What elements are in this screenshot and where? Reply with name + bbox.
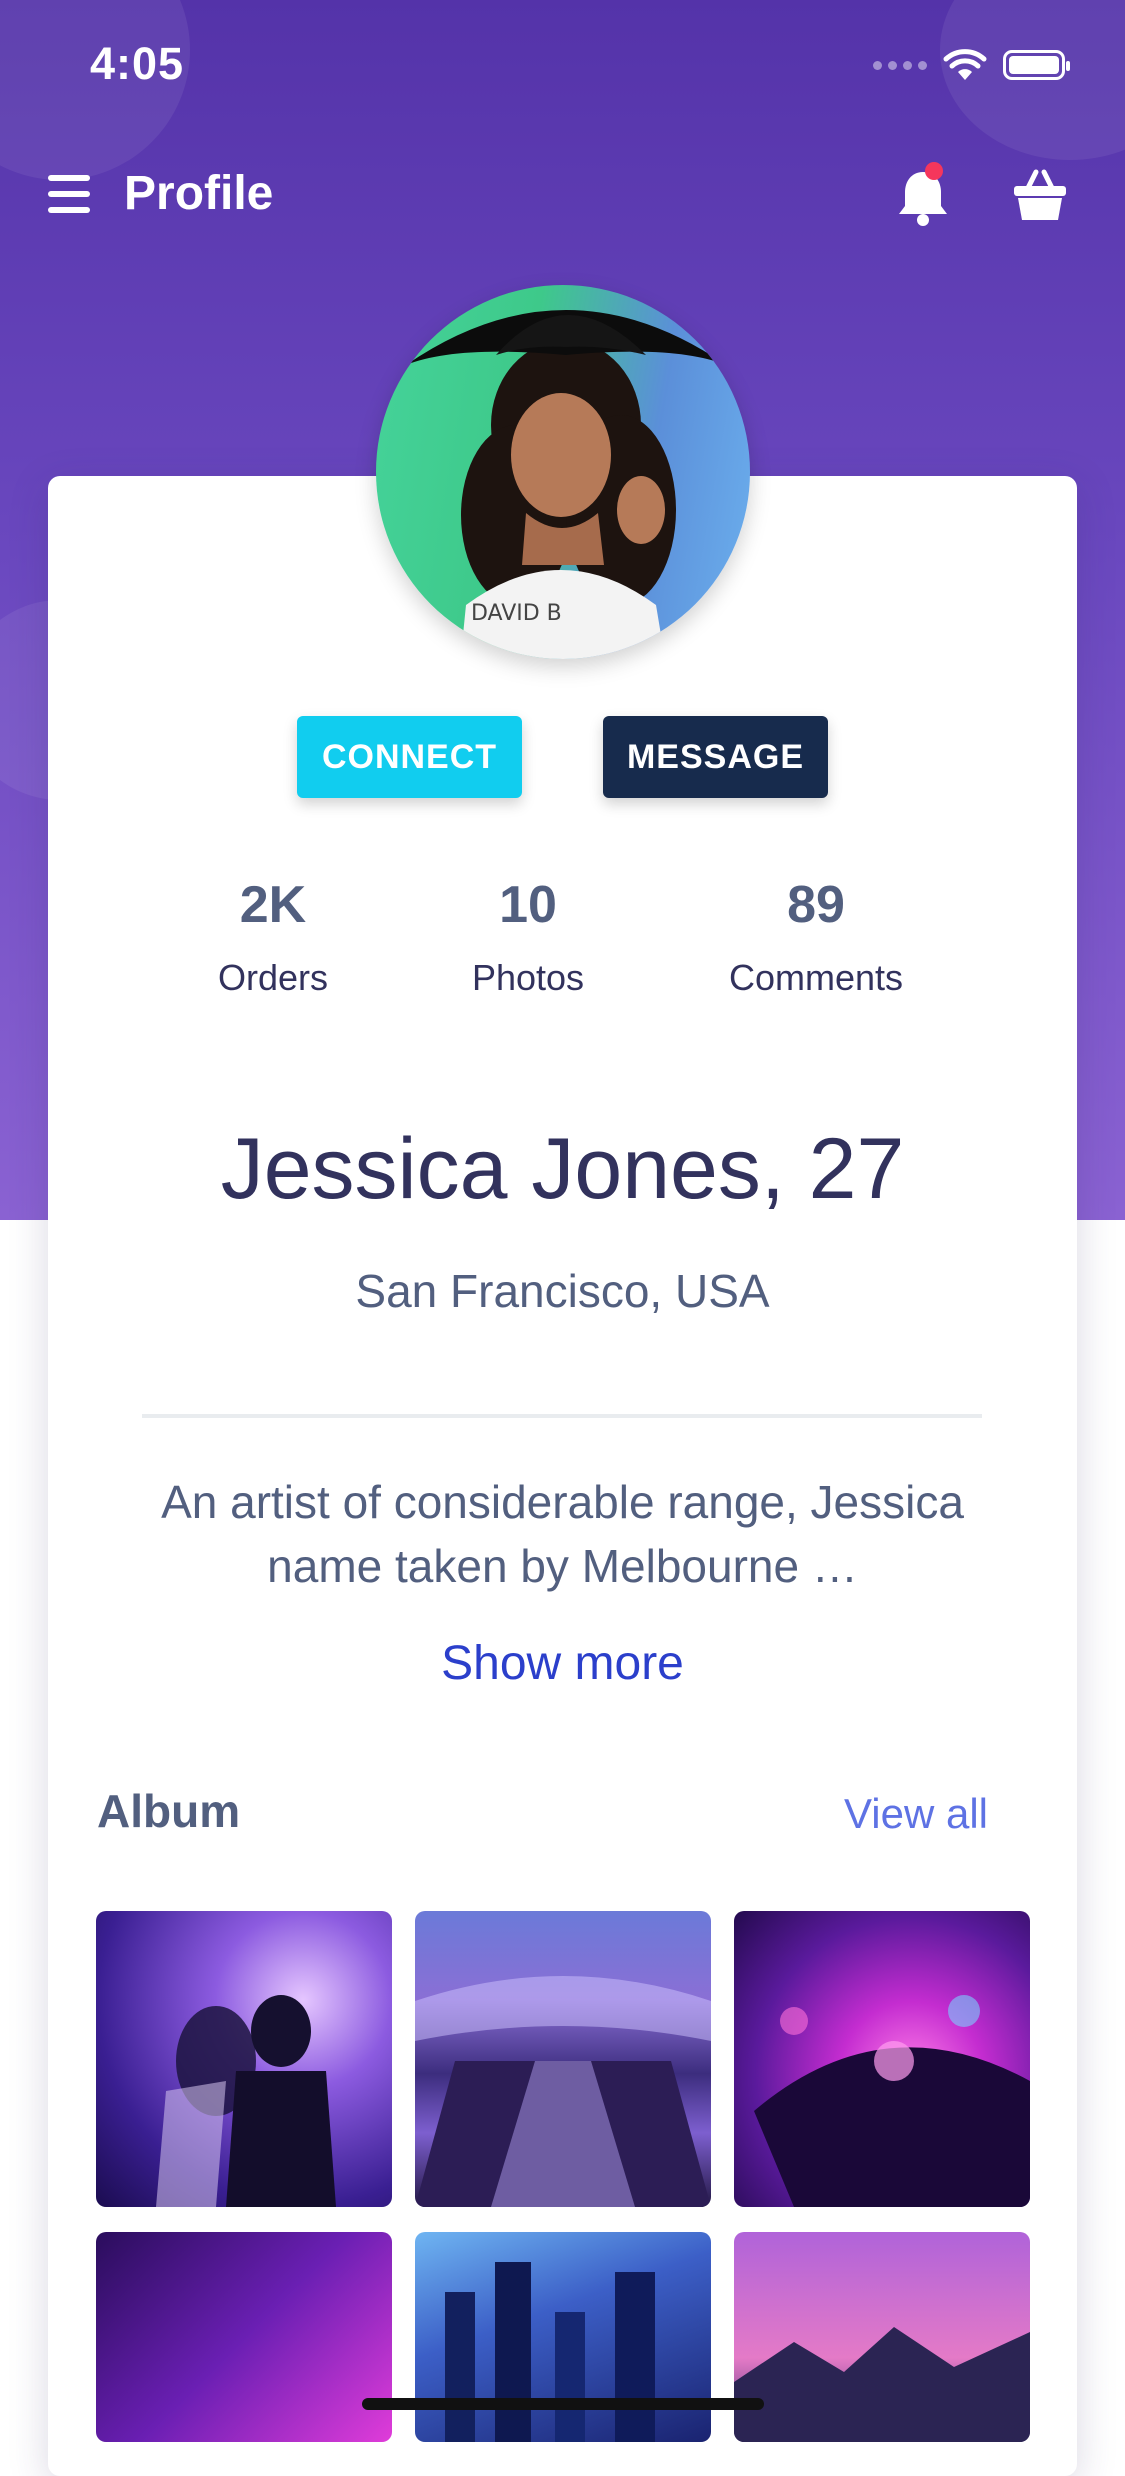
wifi-icon <box>943 49 987 80</box>
stat-label: Orders <box>217 957 329 998</box>
view-all-link[interactable]: View all <box>844 1790 988 1838</box>
svg-text:DAVID B: DAVID B <box>471 601 562 626</box>
profile-location: San Francisco, USA <box>355 1265 770 1317</box>
stat-comments: 89 Comments <box>696 875 936 999</box>
stat-label: Comments <box>728 957 904 998</box>
album-photo[interactable] <box>96 1911 392 2207</box>
status-icons <box>873 48 1070 82</box>
stat-photos: 10 Photos <box>408 875 648 999</box>
status-bar: 4:05 <box>0 0 1125 130</box>
profile-bio: An artist of considerable range, Jessica… <box>161 1476 964 1592</box>
divider <box>142 1414 982 1418</box>
shopping-basket-icon[interactable] <box>1010 166 1070 226</box>
message-button[interactable]: MESSAGE <box>603 716 828 798</box>
status-time: 4:05 <box>90 38 185 89</box>
stat-orders: 2K Orders <box>153 875 393 999</box>
album-title: Album <box>97 1785 241 1837</box>
connect-button[interactable]: CONNECT <box>297 716 522 798</box>
page-title: Profile <box>124 167 274 220</box>
album-photo[interactable] <box>734 2232 1030 2442</box>
profile-avatar: DAVID B <box>376 285 750 659</box>
album-photo[interactable] <box>415 2232 711 2442</box>
navbar: Profile <box>0 150 1125 240</box>
notification-bell-icon[interactable] <box>893 162 953 232</box>
hamburger-menu-icon[interactable] <box>48 175 90 213</box>
album-photo[interactable] <box>734 1911 1030 2207</box>
album-photo[interactable] <box>415 1911 711 2207</box>
stat-value: 2K <box>239 876 307 934</box>
profile-name: Jessica Jones, 27 <box>220 1121 905 1217</box>
show-more-link[interactable]: Show more <box>0 1636 1125 1691</box>
battery-icon <box>1003 50 1070 80</box>
signal-icon <box>873 60 927 70</box>
album-photo[interactable] <box>96 2232 392 2442</box>
stat-value: 89 <box>787 876 845 934</box>
home-indicator[interactable] <box>362 2398 764 2410</box>
stat-label: Photos <box>471 957 585 998</box>
stat-value: 10 <box>499 876 557 934</box>
